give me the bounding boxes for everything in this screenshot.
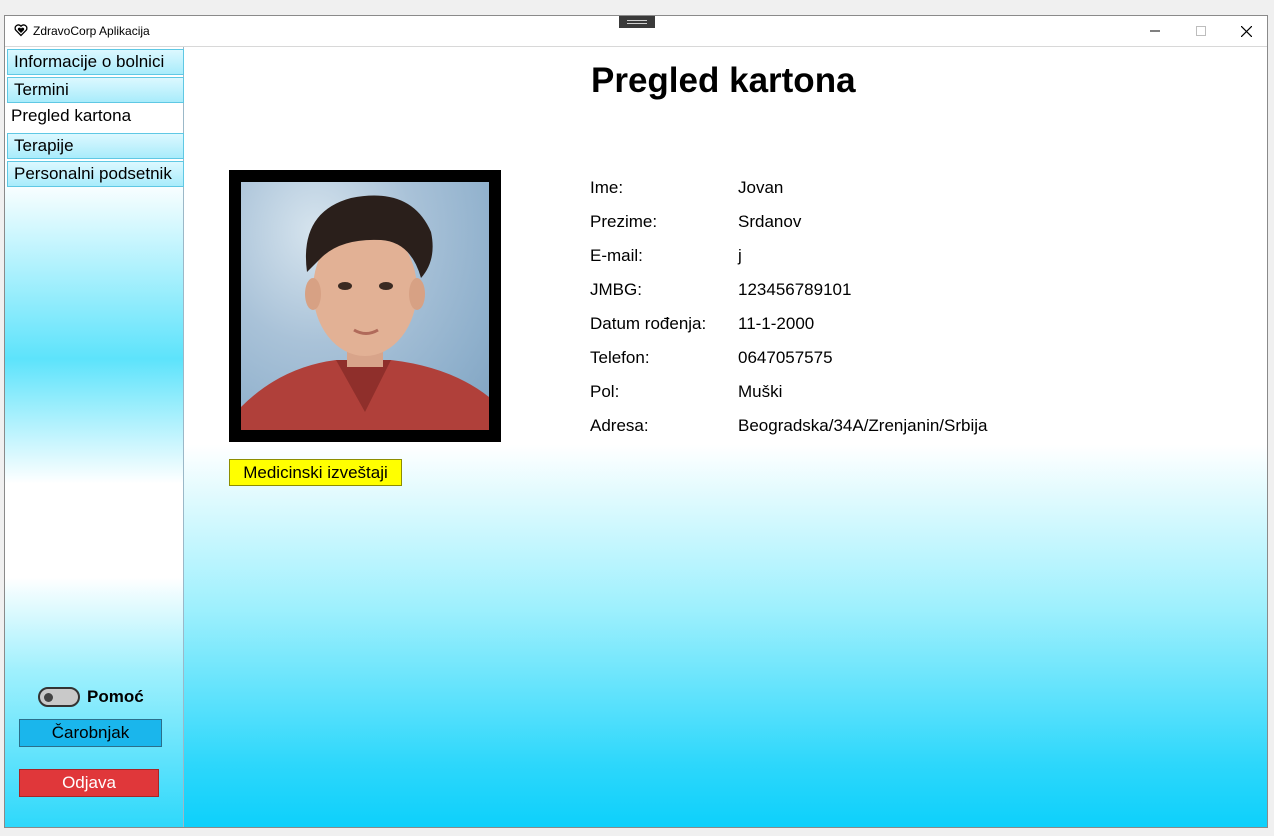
close-button[interactable] (1223, 16, 1269, 46)
birth-date-value: 11-1-2000 (738, 314, 815, 333)
gender-value: Muški (738, 382, 783, 401)
medical-reports-button[interactable]: Medicinski izveštaji (229, 459, 402, 486)
first-name-value: Jovan (738, 178, 784, 197)
app-window: ZdravoCorp Aplikacija Informacije o boln… (4, 15, 1268, 828)
minimize-button[interactable] (1132, 16, 1178, 46)
close-icon (1240, 25, 1252, 37)
email-value: j (738, 246, 742, 265)
wizard-button[interactable]: Čarobnjak (19, 719, 162, 747)
sidebar-item-appointments[interactable]: Termini (7, 77, 184, 103)
phone-value: 0647057575 (738, 348, 833, 367)
jmbg-label: JMBG: (590, 280, 642, 299)
maximize-button[interactable] (1178, 16, 1224, 46)
sidebar: Informacije o bolnici Termini Pregled ka… (5, 47, 184, 827)
sidebar-item-hospital-info[interactable]: Informacije o bolnici (7, 49, 184, 75)
profile-photo (241, 182, 489, 430)
email-label: E-mail: (590, 246, 643, 265)
main-content: Pregled kartona Medicinski izveštaji Ime… (184, 47, 1267, 827)
toggle-knob (44, 693, 53, 702)
last-name-value: Srdanov (738, 212, 802, 231)
heart-shield-icon (14, 24, 28, 37)
address-label: Adresa: (590, 416, 649, 435)
maximize-icon (1196, 26, 1206, 36)
drag-handle[interactable] (619, 16, 655, 28)
title-bar[interactable]: ZdravoCorp Aplikacija (5, 16, 1267, 47)
gender-label: Pol: (590, 382, 620, 401)
birth-date-label: Datum rođenja: (590, 314, 707, 333)
jmbg-value: 123456789101 (738, 280, 852, 299)
logout-button[interactable]: Odjava (19, 769, 159, 797)
portrait-illustration (241, 195, 489, 430)
sidebar-item-therapies[interactable]: Terapije (7, 133, 184, 159)
help-toggle[interactable] (38, 687, 80, 707)
first-name-label: Ime: (590, 178, 624, 197)
profile-photo-frame (229, 170, 501, 442)
page-title: Pregled kartona (591, 61, 856, 100)
last-name-label: Prezime: (590, 212, 658, 231)
minimize-icon (1150, 30, 1160, 32)
window-title: ZdravoCorp Aplikacija (33, 24, 150, 38)
help-toggle-label: Pomoć (87, 687, 144, 706)
address-value: Beogradska/34A/Zrenjanin/Srbija (738, 416, 988, 435)
phone-label: Telefon: (590, 348, 650, 367)
sidebar-item-record-overview[interactable]: Pregled kartona (7, 104, 184, 130)
sidebar-item-personal-reminder[interactable]: Personalni podsetnik (7, 161, 184, 187)
